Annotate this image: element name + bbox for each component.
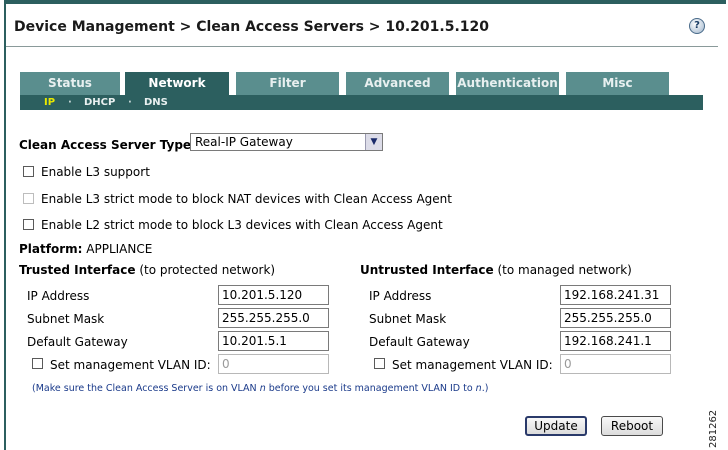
trusted-gateway-input[interactable]: 10.201.5.1 xyxy=(218,331,329,351)
subtab-separator: · xyxy=(68,97,72,108)
trusted-heading: Trusted Interface xyxy=(19,263,136,277)
tab-network[interactable]: Network xyxy=(125,72,229,96)
subtab-ip[interactable]: IP xyxy=(44,95,55,110)
untrusted-vlan-input[interactable]: 0 xyxy=(560,354,671,374)
untrusted-mask-label: Subnet Mask xyxy=(369,312,447,326)
untrusted-gateway-label: Default Gateway xyxy=(369,335,470,349)
server-type-label: Clean Access Server Type: xyxy=(19,138,196,152)
server-type-select[interactable]: Real-IP Gateway ▼ xyxy=(190,133,383,151)
trusted-gateway-label: Default Gateway xyxy=(27,335,128,349)
untrusted-heading: Untrusted Interface xyxy=(360,263,494,277)
tab-filter[interactable]: Filter xyxy=(236,72,339,95)
note-text: .) xyxy=(481,383,489,394)
help-icon[interactable]: ? xyxy=(689,18,705,34)
l2-strict-checkbox[interactable] xyxy=(23,219,34,230)
untrusted-subheading: (to managed network) xyxy=(497,263,632,277)
l3-support-label: Enable L3 support xyxy=(41,165,150,179)
untrusted-mask-input[interactable]: 255.255.255.0 xyxy=(560,308,671,328)
tab-authentication[interactable]: Authentication xyxy=(456,72,559,95)
trusted-vlan-checkbox[interactable] xyxy=(32,358,43,369)
note-text: (Make sure the Clean Access Server is on… xyxy=(32,383,260,394)
trusted-vlan-label: Set management VLAN ID: xyxy=(50,358,211,372)
trusted-ip-label: IP Address xyxy=(27,289,90,303)
untrusted-ip-input[interactable]: 192.168.241.31 xyxy=(560,285,671,305)
subtab-separator: · xyxy=(128,97,132,108)
update-button[interactable]: Update xyxy=(525,416,587,436)
subtab-dhcp[interactable]: DHCP xyxy=(84,95,115,110)
trusted-vlan-input[interactable]: 0 xyxy=(218,354,329,374)
untrusted-vlan-label: Set management VLAN ID: xyxy=(392,358,553,372)
untrusted-ip-label: IP Address xyxy=(369,289,432,303)
tab-advanced[interactable]: Advanced xyxy=(346,72,449,95)
trusted-mask-label: Subnet Mask xyxy=(27,312,105,326)
platform-label: Platform: xyxy=(19,242,83,256)
figure-number: 281262 xyxy=(708,409,719,448)
subtab-dns[interactable]: DNS xyxy=(144,95,168,110)
l2-strict-label: Enable L2 strict mode to block L3 device… xyxy=(41,218,443,232)
title-divider xyxy=(6,46,718,47)
trusted-mask-input[interactable]: 255.255.255.0 xyxy=(218,308,329,328)
trusted-subheading: (to protected network) xyxy=(139,263,276,277)
chevron-down-icon[interactable]: ▼ xyxy=(365,134,382,150)
tab-status[interactable]: Status xyxy=(20,72,120,95)
platform-value: APPLIANCE xyxy=(86,242,153,256)
l3-strict-label: Enable L3 strict mode to block NAT devic… xyxy=(41,192,452,206)
subtab-bar: IP · DHCP · DNS xyxy=(20,95,703,110)
trusted-interface-heading: Trusted Interface (to protected network) xyxy=(19,263,275,277)
reboot-button[interactable]: Reboot xyxy=(601,416,663,436)
note-text: before you set its management VLAN ID to xyxy=(265,383,476,394)
l3-support-checkbox[interactable] xyxy=(23,166,34,177)
l3-strict-checkbox[interactable] xyxy=(23,193,34,204)
untrusted-gateway-input[interactable]: 192.168.241.1 xyxy=(560,331,671,351)
untrusted-vlan-checkbox[interactable] xyxy=(374,358,385,369)
untrusted-interface-heading: Untrusted Interface (to managed network) xyxy=(360,263,632,277)
platform-row: Platform: APPLIANCE xyxy=(19,242,152,256)
page-title: Device Management > Clean Access Servers… xyxy=(14,19,490,35)
trusted-ip-input[interactable]: 10.201.5.120 xyxy=(218,285,329,305)
tab-misc[interactable]: Misc xyxy=(566,72,669,95)
vlan-note: (Make sure the Clean Access Server is on… xyxy=(32,383,488,394)
server-type-value: Real-IP Gateway xyxy=(195,135,293,149)
